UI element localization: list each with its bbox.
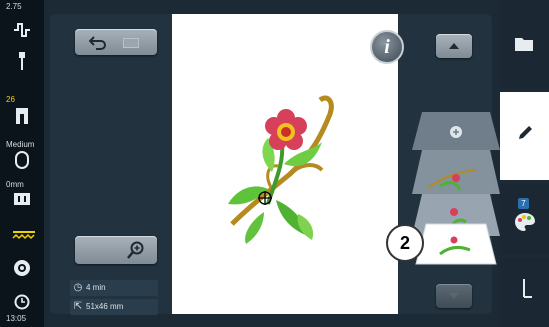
- sidebar-tab-colors[interactable]: 7: [500, 184, 549, 254]
- needle-icon[interactable]: [12, 52, 32, 72]
- sidebar-tab-edit[interactable]: [500, 92, 549, 180]
- triangle-down-icon: [449, 293, 459, 299]
- undo-arrow-icon: [89, 36, 106, 50]
- embroidery-canvas[interactable]: [172, 14, 398, 314]
- stitch-length-value: 2.75: [6, 2, 22, 11]
- undo-button[interactable]: [75, 29, 157, 55]
- stitch-time-value: 4 min: [86, 283, 106, 292]
- embroidery-edit-screen: 2.75 26 Medium 0mm 13:05 ◷ 4 min ⇱ 51x46…: [0, 0, 549, 327]
- scroll-up-button[interactable]: [436, 34, 472, 58]
- folder-icon: [515, 38, 533, 51]
- hoop-icon[interactable]: [12, 150, 32, 170]
- needle-thread-icon: [523, 279, 532, 298]
- sidebar-tab-folder[interactable]: [500, 0, 549, 88]
- zoom-button[interactable]: [75, 236, 157, 264]
- scroll-down-button[interactable]: [436, 284, 472, 308]
- presser-pressure-label: Medium: [6, 140, 35, 149]
- needle-number: 26: [6, 95, 15, 104]
- flower-embroidery-design[interactable]: [172, 14, 398, 314]
- color-palette-icon: [515, 213, 535, 231]
- presser-foot-icon[interactable]: [12, 106, 32, 126]
- callout-marker: 2: [386, 224, 424, 262]
- bobbin-icon[interactable]: [12, 258, 32, 278]
- layer-stack[interactable]: [410, 100, 502, 272]
- triangle-up-icon: [449, 43, 459, 49]
- clock-icon: [12, 294, 32, 314]
- bobbin-thread-icon[interactable]: [12, 226, 35, 246]
- stitch-time-readout: ◷ 4 min: [70, 280, 158, 296]
- feed-dog-width-value: 0mm: [6, 180, 24, 189]
- redo-disabled-indicator: [123, 38, 139, 48]
- sidebar-tab-stitchout[interactable]: [500, 258, 549, 327]
- edit-pencil-icon: [519, 126, 532, 139]
- color-count-badge: 7: [518, 198, 529, 209]
- status-bar: 2.75 26 Medium 0mm 13:05: [0, 0, 44, 327]
- info-button[interactable]: i: [370, 30, 404, 64]
- clock-small-icon: ◷: [73, 282, 83, 293]
- design-size-readout: ⇱ 51x46 mm: [70, 299, 158, 315]
- design-size-value: 51x46 mm: [86, 302, 124, 311]
- feed-dog-icon[interactable]: [12, 190, 32, 210]
- resize-icon: ⇱: [73, 301, 83, 312]
- active-layer-sheet[interactable]: [415, 223, 497, 265]
- layer-1-sheet[interactable]: [412, 150, 500, 194]
- stitch-pattern-icon[interactable]: [12, 20, 32, 40]
- clock-time: 13:05: [6, 314, 27, 323]
- zoom-in-icon: [127, 241, 144, 259]
